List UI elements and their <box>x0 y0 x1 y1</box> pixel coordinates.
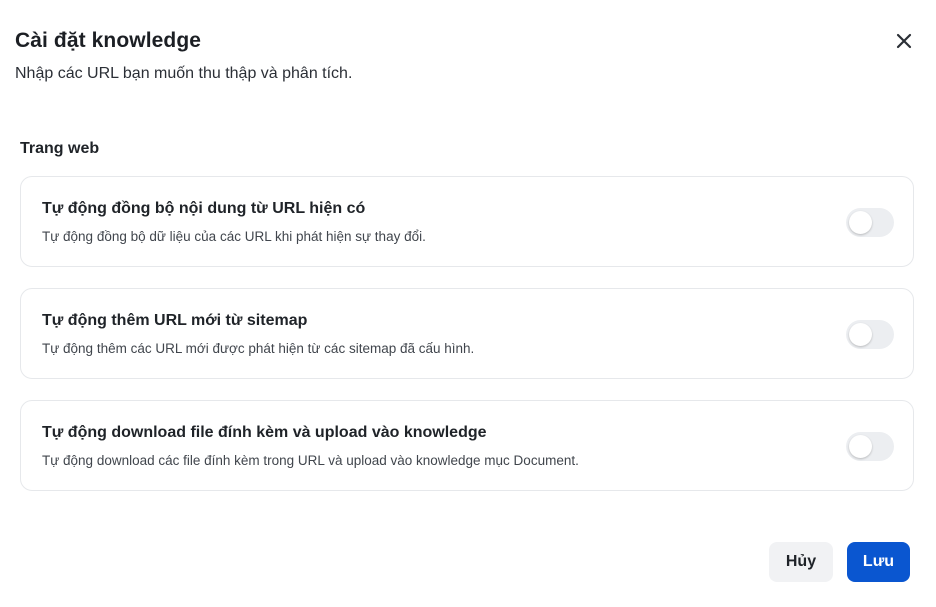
setting-card-sitemap-urls: Tự động thêm URL mới từ sitemap Tự động … <box>20 288 914 379</box>
dialog-subtitle: Nhập các URL bạn muốn thu thập và phân t… <box>15 65 353 82</box>
sitemap-urls-toggle[interactable] <box>846 320 894 349</box>
save-button[interactable]: Lưu <box>847 542 910 582</box>
section-label: Trang web <box>20 140 100 157</box>
setting-title: Tự động download file đính kèm và upload… <box>42 424 487 441</box>
setting-card-download-attachments: Tự động download file đính kèm và upload… <box>20 400 914 491</box>
knowledge-settings-dialog: Cài đặt knowledge Nhập các URL bạn muốn … <box>0 0 936 607</box>
toggle-knob <box>849 435 872 458</box>
setting-card-sync-urls: Tự động đồng bộ nội dung từ URL hiện có … <box>20 176 914 267</box>
setting-description: Tự động đồng bộ dữ liệu của các URL khi … <box>42 229 426 244</box>
download-attachments-toggle[interactable] <box>846 432 894 461</box>
toggle-knob <box>849 211 872 234</box>
toggle-knob <box>849 323 872 346</box>
sync-urls-toggle[interactable] <box>846 208 894 237</box>
dialog-title: Cài đặt knowledge <box>15 29 202 52</box>
close-icon <box>896 33 912 54</box>
close-button[interactable] <box>893 32 915 54</box>
setting-title: Tự động đồng bộ nội dung từ URL hiện có <box>42 200 366 217</box>
setting-title: Tự động thêm URL mới từ sitemap <box>42 312 308 329</box>
setting-description: Tự động thêm các URL mới được phát hiện … <box>42 341 475 356</box>
setting-description: Tự động download các file đính kèm trong… <box>42 453 579 468</box>
cancel-button[interactable]: Hủy <box>769 542 833 582</box>
